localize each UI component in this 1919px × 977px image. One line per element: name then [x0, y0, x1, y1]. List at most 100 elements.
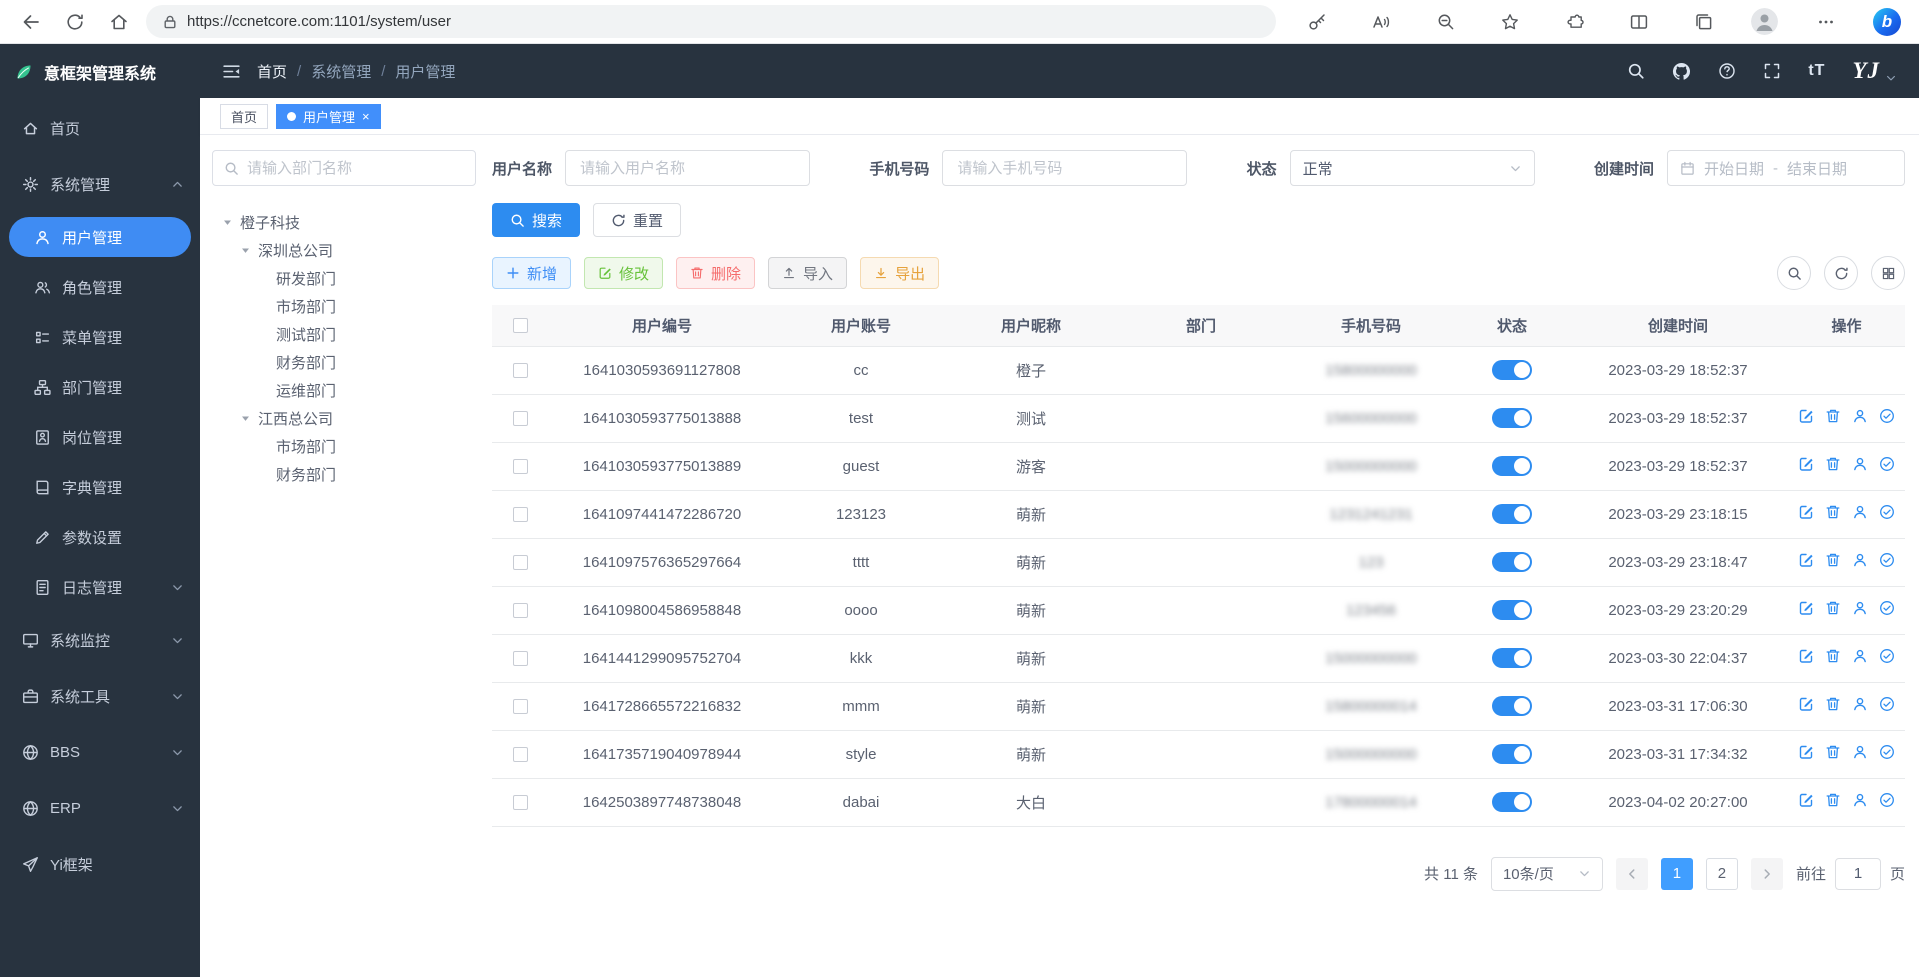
status-toggle[interactable]	[1492, 792, 1532, 812]
sidebar-collapse-icon[interactable]	[222, 62, 241, 81]
edit-icon[interactable]	[1798, 552, 1814, 568]
row-checkbox[interactable]	[513, 363, 528, 378]
refresh-table-icon[interactable]	[1824, 256, 1858, 290]
tree-node[interactable]: 市场部门	[212, 292, 476, 320]
check-circle-icon[interactable]	[1879, 696, 1895, 712]
tree-node[interactable]: 运维部门	[212, 376, 476, 404]
sidebar-item-dict-mgmt[interactable]: 字典管理	[0, 462, 200, 512]
delete-icon[interactable]	[1825, 648, 1841, 664]
assign-user-icon[interactable]	[1852, 552, 1868, 568]
page-size-select[interactable]: 10条/页	[1491, 857, 1603, 891]
row-checkbox[interactable]	[513, 411, 528, 426]
delete-icon[interactable]	[1825, 552, 1841, 568]
browser-back-icon[interactable]	[14, 5, 48, 39]
check-circle-icon[interactable]	[1879, 408, 1895, 424]
assign-user-icon[interactable]	[1852, 744, 1868, 760]
status-toggle[interactable]	[1492, 744, 1532, 764]
delete-icon[interactable]	[1825, 696, 1841, 712]
sidebar-item-system[interactable]: 系统管理	[0, 156, 200, 212]
page-1-button[interactable]: 1	[1661, 858, 1693, 890]
tree-node[interactable]: 江西总公司	[212, 404, 476, 432]
delete-button[interactable]: 删除	[676, 257, 755, 289]
collections-icon[interactable]	[1687, 5, 1721, 39]
font-size-icon[interactable]: tT	[1808, 62, 1825, 80]
edit-icon[interactable]	[1798, 744, 1814, 760]
split-screen-icon[interactable]	[1622, 5, 1656, 39]
tab-user-mgmt[interactable]: 用户管理 ×	[276, 104, 381, 129]
check-circle-icon[interactable]	[1879, 456, 1895, 472]
check-circle-icon[interactable]	[1879, 744, 1895, 760]
check-circle-icon[interactable]	[1879, 792, 1895, 808]
status-toggle[interactable]	[1492, 408, 1532, 428]
copilot-icon[interactable]: b	[1873, 8, 1901, 36]
status-toggle[interactable]	[1492, 456, 1532, 476]
sidebar-item-menu-mgmt[interactable]: 菜单管理	[0, 312, 200, 362]
sidebar-item-yi-framework[interactable]: Yi框架	[0, 836, 200, 892]
sidebar-item-home[interactable]: 首页	[0, 100, 200, 156]
import-button[interactable]: 导入	[768, 257, 847, 289]
tree-node[interactable]: 财务部门	[212, 460, 476, 488]
assign-user-icon[interactable]	[1852, 600, 1868, 616]
check-circle-icon[interactable]	[1879, 552, 1895, 568]
edit-icon[interactable]	[1798, 504, 1814, 520]
assign-user-icon[interactable]	[1852, 408, 1868, 424]
add-button[interactable]: 新增	[492, 257, 571, 289]
fullscreen-icon[interactable]	[1763, 62, 1781, 80]
assign-user-icon[interactable]	[1852, 792, 1868, 808]
github-icon[interactable]	[1672, 62, 1691, 81]
status-toggle[interactable]	[1492, 600, 1532, 620]
row-checkbox[interactable]	[513, 603, 528, 618]
delete-icon[interactable]	[1825, 600, 1841, 616]
assign-user-icon[interactable]	[1852, 504, 1868, 520]
sidebar-item-dept-mgmt[interactable]: 部门管理	[0, 362, 200, 412]
tab-home[interactable]: 首页	[220, 104, 268, 129]
row-checkbox[interactable]	[513, 555, 528, 570]
modify-button[interactable]: 修改	[584, 257, 663, 289]
status-select[interactable]: 正常	[1290, 150, 1535, 186]
sidebar-item-user-mgmt[interactable]: 用户管理	[9, 217, 191, 257]
browser-refresh-icon[interactable]	[58, 5, 92, 39]
sidebar-item-param-settings[interactable]: 参数设置	[0, 512, 200, 562]
row-checkbox[interactable]	[513, 699, 528, 714]
sidebar-item-bbs[interactable]: BBS	[0, 724, 200, 780]
sidebar-item-log-mgmt[interactable]: 日志管理	[0, 562, 200, 612]
sidebar-item-monitor[interactable]: 系统监控	[0, 612, 200, 668]
header-search-icon[interactable]	[1627, 62, 1645, 80]
phone-input[interactable]	[945, 160, 1184, 177]
caret-down-icon[interactable]	[222, 217, 233, 228]
select-all-checkbox[interactable]	[513, 318, 528, 333]
tab-close-icon[interactable]: ×	[362, 109, 370, 124]
row-checkbox[interactable]	[513, 459, 528, 474]
sidebar-item-tools[interactable]: 系统工具	[0, 668, 200, 724]
status-toggle[interactable]	[1492, 360, 1532, 380]
sidebar-item-post-mgmt[interactable]: 岗位管理	[0, 412, 200, 462]
edit-icon[interactable]	[1798, 408, 1814, 424]
reset-button[interactable]: 重置	[593, 203, 681, 237]
read-aloud-icon[interactable]	[1364, 5, 1398, 39]
extensions-icon[interactable]	[1558, 5, 1592, 39]
breadcrumb-system[interactable]: 系统管理	[311, 61, 371, 82]
edit-icon[interactable]	[1798, 600, 1814, 616]
tree-node[interactable]: 财务部门	[212, 348, 476, 376]
next-page-button[interactable]	[1751, 858, 1783, 890]
page-2-button[interactable]: 2	[1706, 858, 1738, 890]
check-circle-icon[interactable]	[1879, 600, 1895, 616]
status-toggle[interactable]	[1492, 696, 1532, 716]
zoom-out-icon[interactable]	[1429, 5, 1463, 39]
date-range-picker[interactable]: 开始日期 - 结束日期	[1667, 150, 1905, 186]
delete-icon[interactable]	[1825, 792, 1841, 808]
edit-icon[interactable]	[1798, 792, 1814, 808]
dept-search-input[interactable]	[247, 160, 464, 177]
assign-user-icon[interactable]	[1852, 648, 1868, 664]
favorites-icon[interactable]	[1493, 5, 1527, 39]
address-bar[interactable]: https://ccnetcore.com:1101/system/user	[146, 5, 1276, 38]
row-checkbox[interactable]	[513, 795, 528, 810]
username-input[interactable]	[568, 160, 807, 177]
tree-node[interactable]: 橙子科技	[212, 208, 476, 236]
search-button[interactable]: 搜索	[492, 203, 580, 237]
assign-user-icon[interactable]	[1852, 456, 1868, 472]
sidebar-item-role-mgmt[interactable]: 角色管理	[0, 262, 200, 312]
delete-icon[interactable]	[1825, 408, 1841, 424]
more-icon[interactable]	[1809, 5, 1843, 39]
export-button[interactable]: 导出	[860, 257, 939, 289]
